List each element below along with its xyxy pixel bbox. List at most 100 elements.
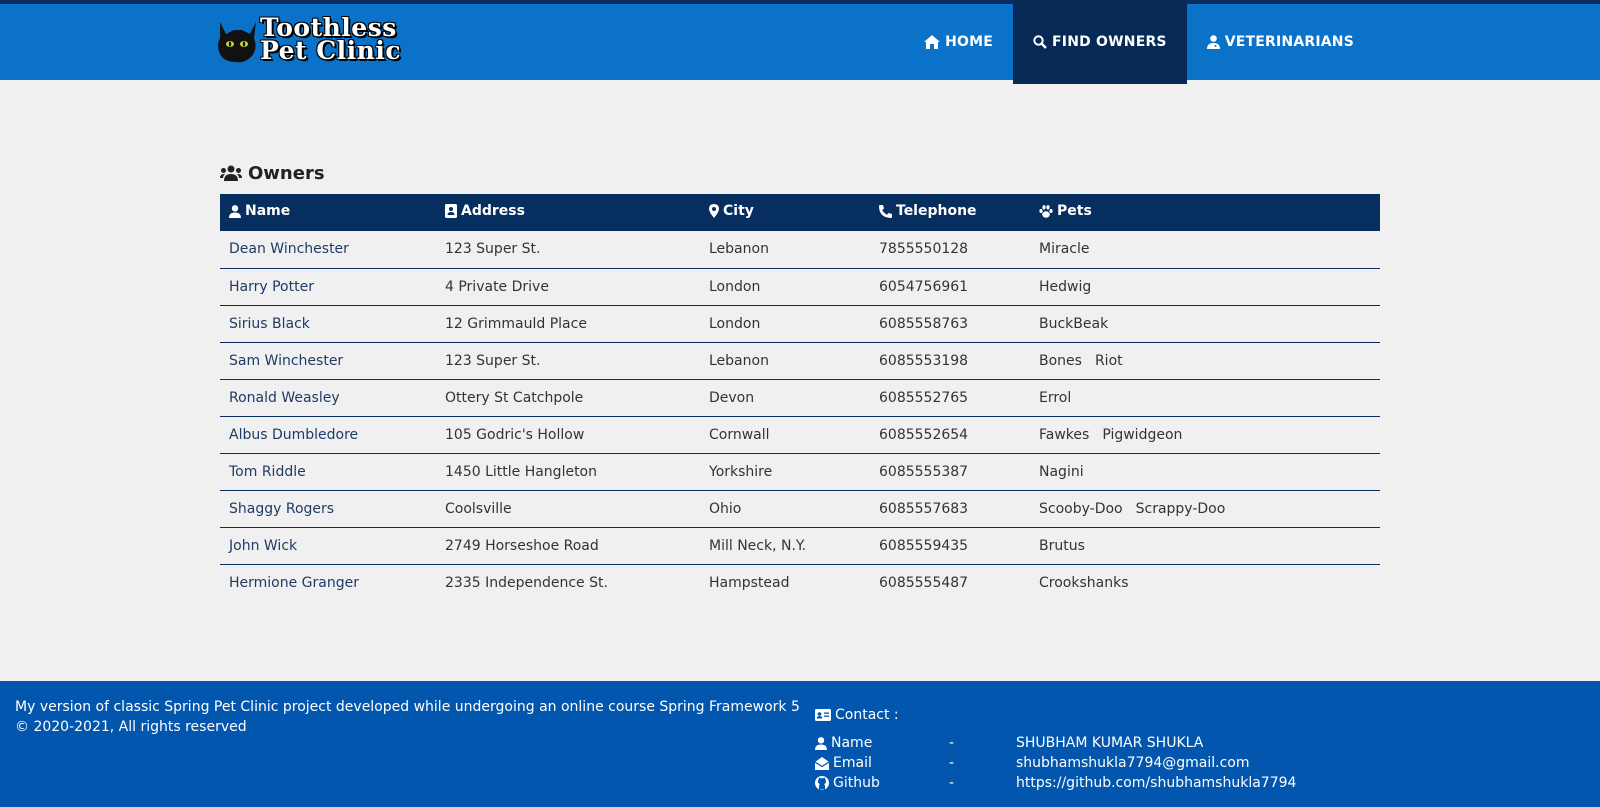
pet-name: BuckBeak — [1039, 315, 1109, 332]
contact-github-value[interactable]: https://github.com/shubhamshukla7794 — [1016, 775, 1296, 791]
owner-city-cell: Yorkshire — [709, 463, 773, 480]
owner-city-cell: Cornwall — [709, 426, 770, 443]
contact-block: Contact : Name - SHUBHAM KUMAR SHUKLA Em… — [815, 705, 1296, 793]
owner-city-cell: Hampstead — [709, 574, 790, 591]
owner-name-cell: Ronald Weasley — [220, 379, 436, 416]
owner-telephone-cell: 6085559435 — [879, 537, 969, 554]
col-name[interactable]: Name — [220, 194, 436, 231]
pet-name: Errol — [1039, 389, 1072, 406]
contact-github-dash: - — [949, 775, 955, 791]
owner-telephone-cell: 6085555387 — [879, 463, 969, 480]
table-row: Harry Potter 4 Private Drive London 6054756… — [220, 268, 1380, 305]
contact-name-label-wrap: Name — [815, 735, 949, 751]
id-card-icon — [815, 709, 831, 721]
owner-name-link[interactable]: Dean Winchester — [229, 241, 349, 257]
users-icon — [220, 165, 242, 181]
owner-pets-cell: Bones Riot — [1030, 342, 1380, 379]
owner-pets-cell: BuckBeak — [1030, 305, 1380, 342]
nav-find-owners[interactable]: FIND OWNERS — [1013, 0, 1187, 84]
map-marker-icon — [709, 204, 719, 218]
home-icon — [924, 35, 941, 49]
owner-name-cell: Sirius Black — [220, 305, 436, 342]
owner-address-cell: 123 Super St. — [445, 241, 541, 258]
owner-name-cell: Sam Winchester — [220, 342, 436, 379]
owner-name-link[interactable]: Sam Winchester — [229, 353, 343, 369]
owner-name-link[interactable]: Tom Riddle — [229, 464, 306, 480]
owner-name-cell: Dean Winchester — [220, 231, 436, 268]
contact-title: Contact : — [815, 705, 1296, 725]
col-city[interactable]: City — [700, 194, 870, 231]
user-md-icon — [1206, 35, 1220, 49]
pet-name: Scooby-Doo — [1039, 500, 1123, 517]
owner-city-cell: London — [709, 315, 761, 332]
owner-city-cell: Mill Neck, N.Y. — [709, 537, 807, 554]
contact-name-label: Name — [831, 735, 873, 751]
owner-address-cell: Coolsville — [445, 500, 512, 517]
owner-name-cell: Hermione Granger — [220, 564, 436, 601]
owner-name-link[interactable]: Hermione Granger — [229, 575, 359, 591]
table-row: Ronald Weasley Ottery St Catchpole Devon 60… — [220, 379, 1380, 416]
owner-address-cell: 4 Private Drive — [445, 278, 549, 295]
owner-name-link[interactable]: Albus Dumbledore — [229, 427, 358, 443]
paw-icon — [1039, 204, 1053, 218]
nav-veterinarians[interactable]: VETERINARIANS — [1187, 0, 1374, 84]
contact-email-dash: - — [949, 755, 955, 771]
owner-address-cell: 2749 Horseshoe Road — [445, 537, 599, 554]
clinic-logo[interactable]: Toothless Pet Clinic — [214, 14, 401, 64]
owner-telephone-cell: 7855550128 — [879, 241, 969, 258]
owner-telephone-cell: 6085558763 — [879, 315, 969, 332]
table-header-row: Name Address City Telephone Pets — [220, 194, 1380, 231]
contact-name-row: Name - SHUBHAM KUMAR SHUKLA — [815, 733, 1296, 753]
logo-text: Toothless Pet Clinic — [260, 15, 401, 63]
owner-name-link[interactable]: Ronald Weasley — [229, 390, 340, 406]
owner-name-link[interactable]: John Wick — [229, 538, 297, 554]
col-city-label: City — [723, 203, 754, 219]
github-icon — [815, 776, 829, 790]
pet-name: Scrappy-Doo — [1135, 500, 1226, 517]
owner-name-cell: Tom Riddle — [220, 453, 436, 490]
owner-address-cell: 123 Super St. — [445, 352, 541, 369]
nav-veterinarians-label: VETERINARIANS — [1224, 34, 1354, 50]
owner-telephone-cell: 6085553198 — [879, 352, 969, 369]
owner-city-cell: Lebanon — [709, 352, 769, 369]
owner-city-cell: Lebanon — [709, 241, 769, 258]
contact-email-label: Email — [833, 755, 872, 771]
col-address-label: Address — [461, 203, 525, 219]
owner-name-link[interactable]: Shaggy Rogers — [229, 501, 334, 517]
user-icon — [229, 204, 241, 218]
owner-name-link[interactable]: Harry Potter — [229, 279, 314, 295]
nav-find-owners-label: FIND OWNERS — [1052, 34, 1167, 50]
owners-table: Name Address City Telephone Pets Dean Wi… — [220, 194, 1380, 601]
pet-name: Crookshanks — [1039, 574, 1129, 591]
owner-pets-cell: Brutus — [1030, 527, 1380, 564]
contact-email-value[interactable]: shubhamshukla7794@gmail.com — [1016, 755, 1250, 771]
nav-home-label: HOME — [945, 34, 994, 50]
owner-name-cell: Harry Potter — [220, 268, 436, 305]
contact-github-row: Github - https://github.com/shubhamshukl… — [815, 773, 1296, 793]
col-address[interactable]: Address — [436, 194, 700, 231]
owner-address-cell: 105 Godric's Hollow — [445, 426, 585, 443]
pet-name: Fawkes — [1039, 426, 1090, 443]
envelope-open-icon — [815, 756, 829, 770]
contact-github-label: Github — [833, 775, 880, 791]
contact-email-label-wrap: Email — [815, 755, 949, 771]
table-row: Sam Winchester 123 Super St. Lebanon 608555… — [220, 342, 1380, 379]
owner-pets-cell: Miracle — [1030, 231, 1380, 268]
col-telephone[interactable]: Telephone — [870, 194, 1030, 231]
table-row: Dean Winchester 123 Super St. Lebanon 78555… — [220, 231, 1380, 268]
table-row: Sirius Black 12 Grimmauld Place London 6085… — [220, 305, 1380, 342]
contact-email-row: Email - shubhamshukla7794@gmail.com — [815, 753, 1296, 773]
col-name-label: Name — [245, 203, 291, 220]
nav-home[interactable]: HOME — [904, 0, 1013, 84]
owner-address-cell: 1450 Little Hangleton — [445, 463, 597, 480]
owner-name-link[interactable]: Sirius Black — [229, 316, 310, 332]
col-telephone-label: Telephone — [896, 203, 977, 220]
table-row: Hermione Granger 2335 Independence St. Ham… — [220, 564, 1380, 601]
table-row: Shaggy Rogers Coolsville Ohio 6085557683 Sco… — [220, 490, 1380, 527]
owner-telephone-cell: 6085552765 — [879, 389, 969, 406]
owner-city-cell: London — [709, 278, 761, 295]
col-pets[interactable]: Pets — [1030, 194, 1380, 231]
owner-pets-cell: Scooby-Doo Scrappy-Doo — [1030, 490, 1380, 527]
contact-title-text: Contact : — [835, 707, 899, 723]
footer-description: My version of classic Spring Pet Clinic … — [15, 699, 800, 715]
